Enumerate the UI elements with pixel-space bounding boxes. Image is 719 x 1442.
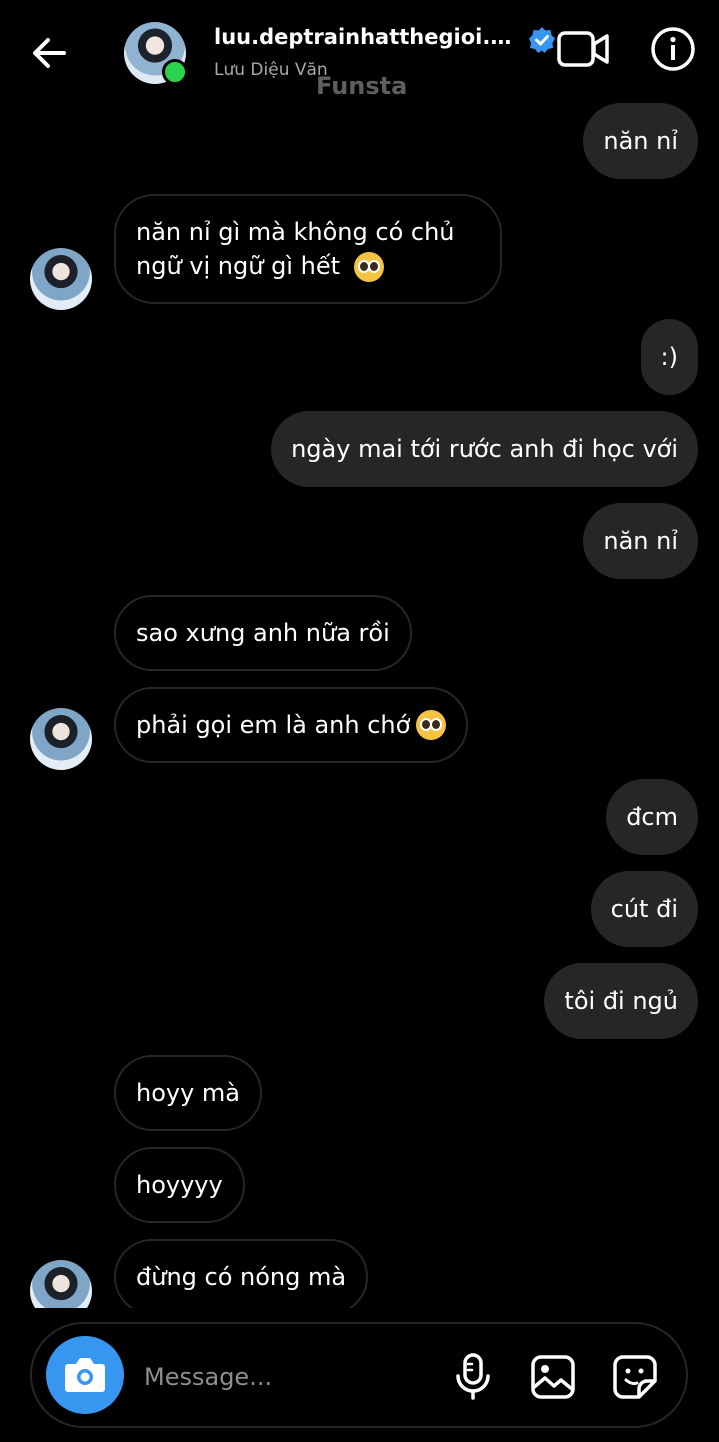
info-icon[interactable] [650, 26, 696, 72]
message-sent[interactable]: cút đi [590, 871, 698, 947]
contact-avatar-small[interactable] [30, 708, 92, 770]
chat-header: luu.deptrainhatthegioi.dieu... Lưu Diệu … [0, 0, 719, 100]
message-received[interactable]: hoyyyy [114, 1147, 245, 1223]
contact-avatar-small[interactable] [30, 248, 92, 310]
watermark-text: Funsta [316, 72, 408, 100]
message-received[interactable]: hoyy mà [114, 1055, 263, 1131]
message-received[interactable]: sao xưng anh nữa rồi [114, 595, 412, 671]
gallery-icon[interactable] [530, 1354, 576, 1400]
verified-badge-icon [529, 27, 555, 53]
message-sent[interactable]: ngày mai tới rước anh đi học với [271, 411, 698, 487]
contact-display-name: Lưu Diệu Văn [214, 60, 328, 80]
pleading-face-emoji [353, 252, 384, 282]
camera-icon [65, 1358, 105, 1392]
message-received[interactable]: năn nỉ gì mà không có chủ ngữ vị ngữ gì … [114, 194, 502, 304]
online-status-dot [162, 59, 188, 85]
message-thread[interactable]: năn nỉ năn nỉ gì mà không có chủ ngữ vị … [0, 100, 719, 1308]
sticker-icon[interactable] [612, 1354, 658, 1400]
pleading-face-emoji [416, 710, 447, 740]
message-sent[interactable]: :) [640, 319, 698, 395]
message-received[interactable]: phải gọi em là anh chớ [114, 687, 469, 763]
message-input[interactable] [142, 1352, 436, 1402]
message-composer [30, 1322, 688, 1428]
contact-username[interactable]: luu.deptrainhatthegioi.dieu... [214, 25, 514, 49]
message-sent[interactable]: năn nỉ [583, 103, 698, 179]
back-arrow-icon[interactable] [26, 30, 72, 76]
video-call-icon[interactable] [556, 28, 610, 70]
message-sent[interactable]: năn nỉ [583, 503, 698, 579]
message-sent[interactable]: đcm [606, 779, 698, 855]
microphone-icon[interactable] [450, 1352, 496, 1400]
message-text: phải gọi em là anh chớ [136, 711, 411, 739]
message-sent[interactable]: tôi đi ngủ [544, 963, 698, 1039]
camera-button[interactable] [46, 1336, 124, 1414]
message-received[interactable]: đừng có nóng mà [114, 1239, 369, 1308]
message-text: năn nỉ gì mà không có chủ ngữ vị ngữ gì … [136, 218, 455, 282]
contact-avatar-small[interactable] [30, 1260, 92, 1308]
